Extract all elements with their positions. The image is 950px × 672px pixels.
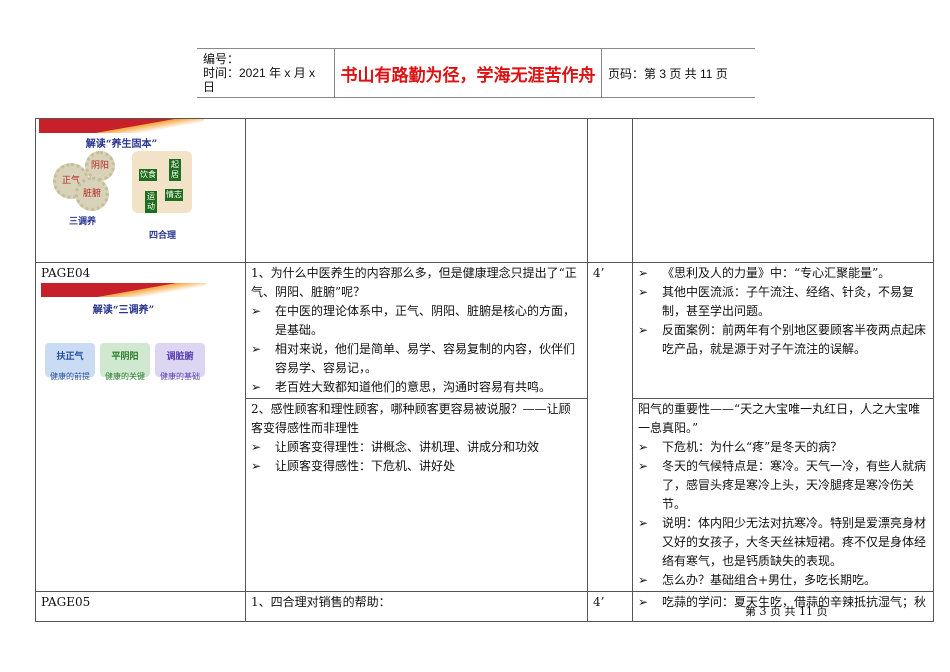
list-item: ➢ 说明：体内阳少无法对抗寒冷。特别是爱漂亮身材又好的女孩子，大冬天丝袜短裙。疼不… (638, 516, 927, 568)
motto: 书山有路勤为径，学海无涯苦作舟 (335, 49, 602, 97)
list-item: ➢ 让顾客变得理性：讲概念、讲机理、讲成分和功效 (251, 440, 540, 454)
duration: 4’ (587, 262, 633, 592)
list-item: ➢ 冬天的气候特点是：寒冷。天气一冷，有些人就病了，感冒头疼是寒冷上头，天冷腿疼是… (638, 459, 927, 511)
list-item: ➢ 让顾客变得感性：下危机、讲好处 (251, 459, 456, 473)
slide-thumbnail-sandiaoyang: 解读“三调养” 扶正气 健康的前提 平阴阳 健康的关键 调脏腑 健康的基础 (41, 283, 216, 403)
table-row: PAGE04 解读“三调养” 扶正气 健康的前提 平阴阳 健康的关键 调脏腑 健康的基… (35, 262, 934, 592)
puzzle-qiju: 起居 (169, 159, 181, 181)
header-meta: 编号： 时间：2021 年 x 月 x 日 (197, 49, 335, 97)
card-pingyinyang: 平阴阳 健康的关键 (100, 343, 150, 381)
question-text: 1、为什么中医养生的内容那么多，但是健康理念只提出了“正气、阴阳、脏腑”呢？ (251, 266, 577, 299)
number-label: 编号： (203, 52, 240, 66)
card-fuzhengqi: 扶正气 健康的前提 (45, 343, 95, 381)
gear-caption: 三调养 (69, 217, 97, 227)
list-item: ➢ 其他中医流派：子午流注、经络、针灸，不易复制，甚至学出问题。 (638, 285, 915, 318)
duration: 4’ (587, 591, 633, 622)
card-tiaozangfu: 调脏腑 健康的基础 (155, 343, 205, 381)
list-item: ➢ 下危机：为什么“疼”是冬天的病？ (638, 440, 843, 454)
note-text: 阳气的重要性——“天之大宝唯一丸红日，人之大宝唯一息真阳。” (638, 402, 921, 435)
page-number: 页码：第 3 页 共 11 页 (608, 66, 728, 81)
page-header: 编号： 时间：2021 年 x 月 x 日 书山有路勤为径，学海无涯苦作舟 页码：… (197, 48, 755, 98)
question-text: 2、感性顾客和理性顾客，哪种顾客更容易被说服？——让顾客变得感性而非理性 (251, 402, 571, 435)
list-item: ➢ 老百姓大致都知道他们的意思，沟通时容易有共鸣。 (251, 380, 552, 394)
list-item: ➢ 《思利及人的力量》中：“专心汇聚能量”。 (638, 266, 891, 280)
slide-title: 解读“三调养” (92, 305, 155, 316)
list-item: ➢ 反面案例：前两年有个别地区要顾客半夜两点起床吃产品，就是源于对子午流注的误解。 (638, 323, 927, 356)
list-item: ➢ 怎么办？基础组合+男仕，多吃长期吃。 (638, 573, 877, 587)
puzzle-yinshi: 饮食 (139, 169, 157, 181)
page-label: PAGE04 (41, 266, 91, 280)
list-item: ➢ 相对来说，他们是简单、易学、容易复制的内容，伙伴们容易学、容易记，。 (251, 342, 576, 375)
lesson-table: 解读“养生固本” 正气 阴阳 脏腑 三调养 饮食 起居 运动 情志 四合理 PA… (35, 118, 934, 622)
page-label: PAGE05 (35, 591, 246, 622)
list-item: ➢ 在中医的理论体系中，正气、阴阳、脏腑是核心的方面，是基础。 (251, 304, 576, 337)
gear-zangfu: 脏腑 (75, 177, 109, 211)
table-row: 解读“养生固本” 正气 阴阳 脏腑 三调养 饮食 起居 运动 情志 四合理 (35, 118, 934, 263)
puzzle-qingzhi: 情志 (165, 189, 183, 201)
puzzle-yundong: 运动 (145, 191, 157, 213)
page-footer: 第 3 页 共 11 页 (745, 605, 828, 618)
puzzle-caption: 四合理 (149, 231, 177, 241)
date-label: 时间：2021 年 x 月 x 日 (203, 66, 316, 94)
slide-thumbnail-yangsheng: 解读“养生固本” 正气 阴阳 脏腑 三调养 饮食 起居 运动 情志 四合理 (39, 119, 214, 244)
question-text: 1、四合理对销售的帮助： (245, 591, 588, 622)
